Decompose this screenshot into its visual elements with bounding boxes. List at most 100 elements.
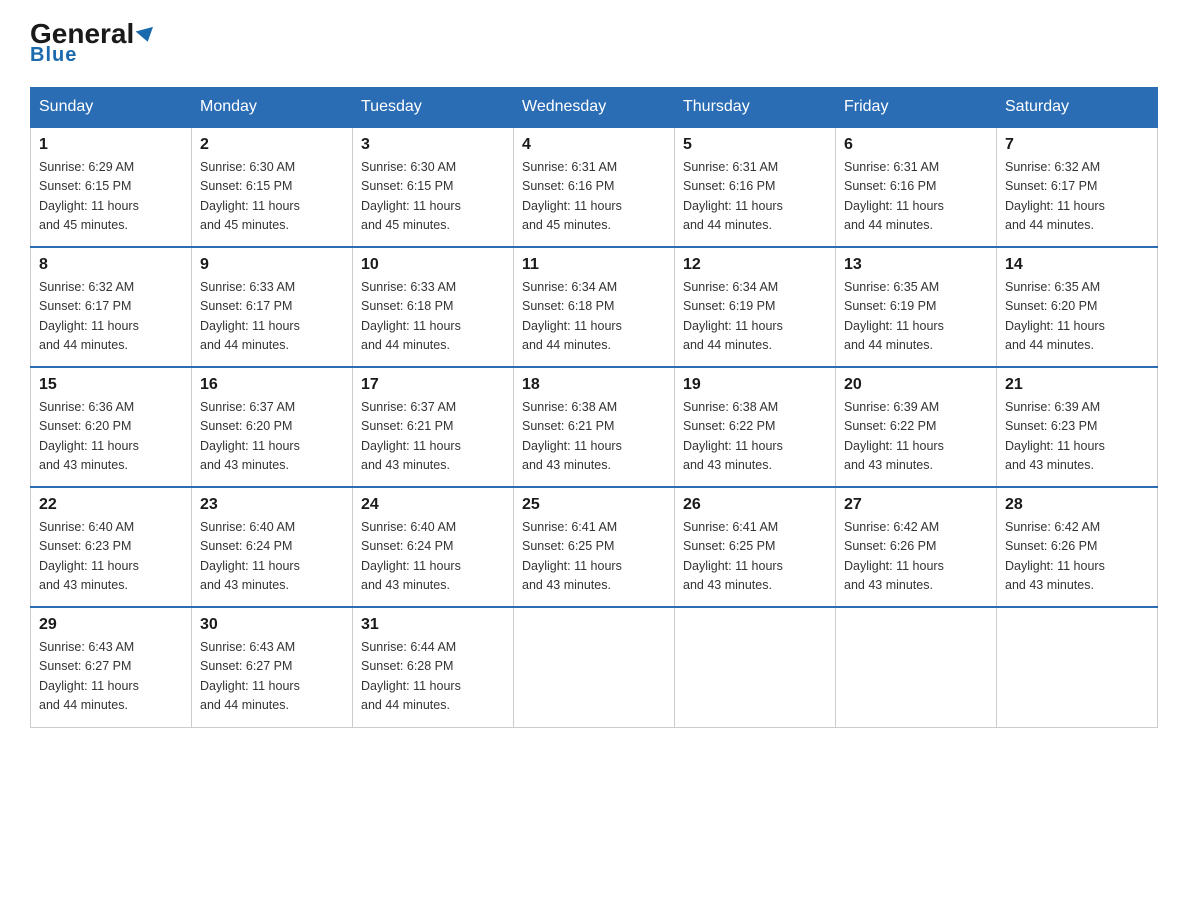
calendar-table: SundayMondayTuesdayWednesdayThursdayFrid… <box>30 87 1158 728</box>
day-number: 13 <box>844 256 988 274</box>
calendar-cell: 13 Sunrise: 6:35 AMSunset: 6:19 PMDaylig… <box>836 247 997 367</box>
day-number: 15 <box>39 376 183 394</box>
day-info: Sunrise: 6:40 AMSunset: 6:23 PMDaylight:… <box>39 520 139 592</box>
day-info: Sunrise: 6:38 AMSunset: 6:22 PMDaylight:… <box>683 400 783 472</box>
calendar-week-row: 22 Sunrise: 6:40 AMSunset: 6:23 PMDaylig… <box>31 487 1158 607</box>
day-info: Sunrise: 6:30 AMSunset: 6:15 PMDaylight:… <box>361 160 461 232</box>
calendar-cell <box>675 607 836 727</box>
day-number: 4 <box>522 136 666 154</box>
day-info: Sunrise: 6:39 AMSunset: 6:23 PMDaylight:… <box>1005 400 1105 472</box>
day-info: Sunrise: 6:31 AMSunset: 6:16 PMDaylight:… <box>683 160 783 232</box>
calendar-week-row: 15 Sunrise: 6:36 AMSunset: 6:20 PMDaylig… <box>31 367 1158 487</box>
day-info: Sunrise: 6:34 AMSunset: 6:19 PMDaylight:… <box>683 280 783 352</box>
day-number: 25 <box>522 496 666 514</box>
day-number: 24 <box>361 496 505 514</box>
day-number: 12 <box>683 256 827 274</box>
day-of-week-header: Wednesday <box>514 88 675 128</box>
day-info: Sunrise: 6:37 AMSunset: 6:20 PMDaylight:… <box>200 400 300 472</box>
day-info: Sunrise: 6:43 AMSunset: 6:27 PMDaylight:… <box>200 640 300 712</box>
calendar-cell: 21 Sunrise: 6:39 AMSunset: 6:23 PMDaylig… <box>997 367 1158 487</box>
calendar-cell <box>997 607 1158 727</box>
calendar-cell: 24 Sunrise: 6:40 AMSunset: 6:24 PMDaylig… <box>353 487 514 607</box>
day-info: Sunrise: 6:31 AMSunset: 6:16 PMDaylight:… <box>522 160 622 232</box>
day-info: Sunrise: 6:31 AMSunset: 6:16 PMDaylight:… <box>844 160 944 232</box>
calendar-cell: 1 Sunrise: 6:29 AMSunset: 6:15 PMDayligh… <box>31 127 192 247</box>
calendar-week-row: 8 Sunrise: 6:32 AMSunset: 6:17 PMDayligh… <box>31 247 1158 367</box>
day-info: Sunrise: 6:36 AMSunset: 6:20 PMDaylight:… <box>39 400 139 472</box>
day-info: Sunrise: 6:42 AMSunset: 6:26 PMDaylight:… <box>844 520 944 592</box>
day-info: Sunrise: 6:40 AMSunset: 6:24 PMDaylight:… <box>361 520 461 592</box>
calendar-cell: 26 Sunrise: 6:41 AMSunset: 6:25 PMDaylig… <box>675 487 836 607</box>
calendar-cell: 3 Sunrise: 6:30 AMSunset: 6:15 PMDayligh… <box>353 127 514 247</box>
day-info: Sunrise: 6:32 AMSunset: 6:17 PMDaylight:… <box>39 280 139 352</box>
day-info: Sunrise: 6:30 AMSunset: 6:15 PMDaylight:… <box>200 160 300 232</box>
calendar-cell: 20 Sunrise: 6:39 AMSunset: 6:22 PMDaylig… <box>836 367 997 487</box>
day-number: 21 <box>1005 376 1149 394</box>
calendar-cell: 18 Sunrise: 6:38 AMSunset: 6:21 PMDaylig… <box>514 367 675 487</box>
calendar-cell <box>514 607 675 727</box>
day-number: 31 <box>361 616 505 634</box>
calendar-cell: 11 Sunrise: 6:34 AMSunset: 6:18 PMDaylig… <box>514 247 675 367</box>
calendar-week-row: 1 Sunrise: 6:29 AMSunset: 6:15 PMDayligh… <box>31 127 1158 247</box>
day-info: Sunrise: 6:39 AMSunset: 6:22 PMDaylight:… <box>844 400 944 472</box>
calendar-cell: 15 Sunrise: 6:36 AMSunset: 6:20 PMDaylig… <box>31 367 192 487</box>
day-info: Sunrise: 6:41 AMSunset: 6:25 PMDaylight:… <box>522 520 622 592</box>
calendar-cell: 17 Sunrise: 6:37 AMSunset: 6:21 PMDaylig… <box>353 367 514 487</box>
day-number: 6 <box>844 136 988 154</box>
logo-blue: Blue <box>30 44 77 67</box>
logo: General Blue <box>30 20 155 67</box>
day-info: Sunrise: 6:40 AMSunset: 6:24 PMDaylight:… <box>200 520 300 592</box>
day-number: 9 <box>200 256 344 274</box>
calendar-cell: 29 Sunrise: 6:43 AMSunset: 6:27 PMDaylig… <box>31 607 192 727</box>
day-of-week-header: Saturday <box>997 88 1158 128</box>
day-info: Sunrise: 6:41 AMSunset: 6:25 PMDaylight:… <box>683 520 783 592</box>
day-number: 30 <box>200 616 344 634</box>
day-of-week-header: Thursday <box>675 88 836 128</box>
day-number: 17 <box>361 376 505 394</box>
day-number: 11 <box>522 256 666 274</box>
day-info: Sunrise: 6:35 AMSunset: 6:20 PMDaylight:… <box>1005 280 1105 352</box>
day-number: 19 <box>683 376 827 394</box>
day-info: Sunrise: 6:43 AMSunset: 6:27 PMDaylight:… <box>39 640 139 712</box>
calendar-cell: 31 Sunrise: 6:44 AMSunset: 6:28 PMDaylig… <box>353 607 514 727</box>
day-info: Sunrise: 6:29 AMSunset: 6:15 PMDaylight:… <box>39 160 139 232</box>
day-number: 18 <box>522 376 666 394</box>
calendar-cell: 5 Sunrise: 6:31 AMSunset: 6:16 PMDayligh… <box>675 127 836 247</box>
calendar-cell <box>836 607 997 727</box>
day-number: 2 <box>200 136 344 154</box>
calendar-cell: 16 Sunrise: 6:37 AMSunset: 6:20 PMDaylig… <box>192 367 353 487</box>
day-number: 14 <box>1005 256 1149 274</box>
day-number: 20 <box>844 376 988 394</box>
day-number: 29 <box>39 616 183 634</box>
calendar-cell: 10 Sunrise: 6:33 AMSunset: 6:18 PMDaylig… <box>353 247 514 367</box>
calendar-cell: 22 Sunrise: 6:40 AMSunset: 6:23 PMDaylig… <box>31 487 192 607</box>
day-of-week-header: Friday <box>836 88 997 128</box>
day-number: 28 <box>1005 496 1149 514</box>
day-number: 10 <box>361 256 505 274</box>
calendar-cell: 7 Sunrise: 6:32 AMSunset: 6:17 PMDayligh… <box>997 127 1158 247</box>
day-info: Sunrise: 6:35 AMSunset: 6:19 PMDaylight:… <box>844 280 944 352</box>
day-number: 16 <box>200 376 344 394</box>
day-of-week-header: Sunday <box>31 88 192 128</box>
day-number: 8 <box>39 256 183 274</box>
calendar-cell: 6 Sunrise: 6:31 AMSunset: 6:16 PMDayligh… <box>836 127 997 247</box>
calendar-cell: 28 Sunrise: 6:42 AMSunset: 6:26 PMDaylig… <box>997 487 1158 607</box>
day-info: Sunrise: 6:38 AMSunset: 6:21 PMDaylight:… <box>522 400 622 472</box>
calendar-cell: 12 Sunrise: 6:34 AMSunset: 6:19 PMDaylig… <box>675 247 836 367</box>
day-number: 23 <box>200 496 344 514</box>
day-info: Sunrise: 6:42 AMSunset: 6:26 PMDaylight:… <box>1005 520 1105 592</box>
calendar-cell: 27 Sunrise: 6:42 AMSunset: 6:26 PMDaylig… <box>836 487 997 607</box>
day-number: 7 <box>1005 136 1149 154</box>
calendar-week-row: 29 Sunrise: 6:43 AMSunset: 6:27 PMDaylig… <box>31 607 1158 727</box>
day-number: 27 <box>844 496 988 514</box>
day-of-week-header: Tuesday <box>353 88 514 128</box>
calendar-cell: 30 Sunrise: 6:43 AMSunset: 6:27 PMDaylig… <box>192 607 353 727</box>
day-number: 5 <box>683 136 827 154</box>
day-number: 26 <box>683 496 827 514</box>
calendar-cell: 19 Sunrise: 6:38 AMSunset: 6:22 PMDaylig… <box>675 367 836 487</box>
calendar-cell: 23 Sunrise: 6:40 AMSunset: 6:24 PMDaylig… <box>192 487 353 607</box>
calendar-cell: 25 Sunrise: 6:41 AMSunset: 6:25 PMDaylig… <box>514 487 675 607</box>
calendar-cell: 14 Sunrise: 6:35 AMSunset: 6:20 PMDaylig… <box>997 247 1158 367</box>
calendar-cell: 9 Sunrise: 6:33 AMSunset: 6:17 PMDayligh… <box>192 247 353 367</box>
calendar-cell: 4 Sunrise: 6:31 AMSunset: 6:16 PMDayligh… <box>514 127 675 247</box>
